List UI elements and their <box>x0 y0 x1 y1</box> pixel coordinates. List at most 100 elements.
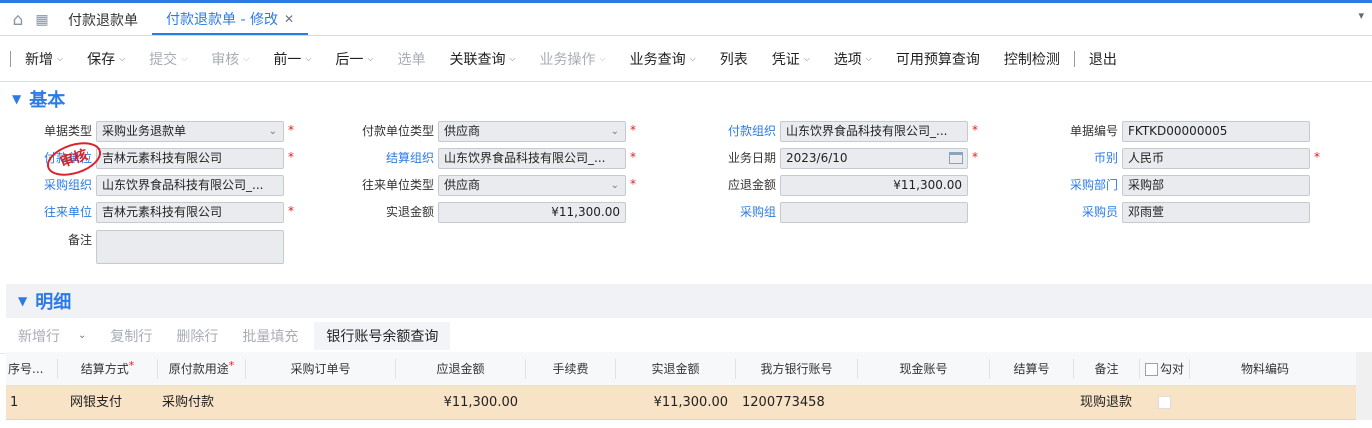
col-po-no[interactable]: 采购订单号 <box>246 358 396 379</box>
home-icon[interactable]: ⌂ <box>6 5 30 35</box>
new-button[interactable]: 新增 ⌵ <box>13 47 75 71</box>
pay-unit-type-select[interactable]: 供应商 ⌄ <box>438 121 626 142</box>
cell-material[interactable] <box>1190 393 1340 413</box>
vertical-scrollbar[interactable] <box>1356 352 1372 420</box>
chevron-down-icon[interactable]: ▾ <box>1358 9 1364 22</box>
purchase-group-label[interactable]: 采购组 <box>688 202 776 222</box>
save-button[interactable]: 保存 ⌵ <box>75 47 137 71</box>
options-button[interactable]: 选项 ⌵ <box>822 47 884 71</box>
col-check[interactable]: 勾对 <box>1140 358 1190 379</box>
col-bank-acct[interactable]: 我方银行账号 <box>736 358 858 379</box>
budget-query-button[interactable]: 可用预算查询 <box>884 47 992 71</box>
section-detail-header[interactable]: ▼ 明细 <box>6 284 1372 318</box>
cell-settle-no[interactable] <box>990 393 1074 413</box>
submit-label: 提交 <box>149 51 178 68</box>
purchase-org-label[interactable]: 采购组织 <box>4 175 92 195</box>
submit-button[interactable]: 提交 ⌵ <box>137 47 199 71</box>
col-remark[interactable]: 备注 <box>1074 358 1140 379</box>
list-button[interactable]: 列表 <box>708 47 760 71</box>
purchase-org-field[interactable]: 山东饮界食品科技有限公司_... <box>96 175 284 196</box>
cell-check[interactable] <box>1140 393 1190 413</box>
contact-unit-field[interactable]: 吉林元素科技有限公司 <box>96 202 284 223</box>
col-seq[interactable]: 序号... <box>6 358 58 379</box>
select-all-checkbox[interactable] <box>1144 362 1158 376</box>
business-op-button[interactable]: 业务操作 ⌵ <box>528 47 618 71</box>
col-settle-method-label: 结算方式 <box>80 361 129 376</box>
contact-unit-type-select[interactable]: 供应商 ⌄ <box>438 175 626 196</box>
grid-header: 序号... 结算方式* 原付款用途* 采购订单号 应退金额 手续费 实退金额 我… <box>6 352 1372 386</box>
chevron-down-icon: ⌵ <box>181 53 188 63</box>
related-query-button[interactable]: 关联查询 ⌵ <box>437 47 527 71</box>
due-refund-field[interactable]: ¥11,300.00 <box>780 175 968 196</box>
cell-purpose[interactable]: 采购付款 <box>158 393 246 413</box>
cell-po-no[interactable] <box>246 393 396 413</box>
pay-org-label[interactable]: 付款组织 <box>688 121 776 141</box>
chevron-down-icon: ⌵ <box>865 53 872 63</box>
close-icon[interactable]: ✕ <box>284 12 294 26</box>
currency-field[interactable]: 人民币 <box>1122 148 1310 169</box>
chevron-down-icon: ⌵ <box>689 53 696 63</box>
tab-payment-refund-edit[interactable]: 付款退款单 - 修改 ✕ <box>152 5 309 35</box>
settle-org-label[interactable]: 结算组织 <box>346 148 434 168</box>
col-cash-acct[interactable]: 现金账号 <box>858 358 990 379</box>
copy-row-button[interactable]: 复制行 <box>98 322 164 350</box>
cell-settle-method[interactable]: 网银支付 <box>58 393 158 413</box>
bank-balance-query-button[interactable]: 银行账号余额查询 <box>314 321 451 350</box>
biz-date-field[interactable]: 2023/6/10 <box>780 148 968 169</box>
payee-field[interactable]: 吉林元素科技有限公司 <box>96 148 284 169</box>
col-settle-no[interactable]: 结算号 <box>990 358 1074 379</box>
settle-org-field[interactable]: 山东饮界食品科技有限公司_... <box>438 148 626 169</box>
apps-grid-icon[interactable]: ▦ <box>30 5 54 35</box>
audit-label: 审核 <box>211 51 240 68</box>
add-row-button[interactable]: 新增行 ⌄ <box>6 322 98 350</box>
collapse-triangle-icon[interactable]: ▼ <box>18 294 27 308</box>
row-checkbox[interactable] <box>1157 395 1171 409</box>
purchase-dept-field[interactable]: 采购部 <box>1122 175 1310 196</box>
bill-type-select[interactable]: 采购业务退款单 ⌄ <box>96 121 284 142</box>
pay-org-field[interactable]: 山东饮界食品科技有限公司_... <box>780 121 968 142</box>
prev-button[interactable]: 前一 ⌵ <box>261 47 323 71</box>
cell-due[interactable]: ¥11,300.00 <box>396 393 526 413</box>
required-mark: * <box>972 150 978 164</box>
cell-actual[interactable]: ¥11,300.00 <box>616 393 736 413</box>
section-basic-header[interactable]: ▼ 基本 <box>0 82 1372 116</box>
purchase-group-field[interactable] <box>780 202 968 223</box>
table-row[interactable]: 1 网银支付 采购付款 ¥11,300.00 ¥11,300.00 120077… <box>6 386 1372 420</box>
remark-label: 备注 <box>67 233 92 247</box>
chevron-down-icon[interactable]: ⌄ <box>78 330 86 341</box>
business-query-button[interactable]: 业务查询 ⌵ <box>618 47 708 71</box>
cell-remark[interactable]: 现购退款 <box>1074 393 1140 413</box>
select-doc-label: 选单 <box>397 51 426 68</box>
audit-button[interactable]: 审核 ⌵ <box>199 47 261 71</box>
control-check-button[interactable]: 控制检测 <box>992 47 1072 71</box>
col-settle-method[interactable]: 结算方式* <box>58 358 158 379</box>
cell-bank-acct[interactable]: 1200773458 <box>736 393 858 413</box>
exit-button[interactable]: 退出 <box>1077 47 1129 71</box>
collapse-triangle-icon[interactable]: ▼ <box>12 92 21 106</box>
cell-cash-acct[interactable] <box>858 393 990 413</box>
select-doc-button[interactable]: 选单 <box>385 47 437 71</box>
cell-fee[interactable] <box>526 393 616 413</box>
batch-fill-button[interactable]: 批量填充 <box>230 322 310 350</box>
bill-no-field[interactable]: FKTKD00000005 <box>1122 121 1310 142</box>
tab-payment-refund[interactable]: 付款退款单 <box>54 5 152 35</box>
currency-label[interactable]: 币别 <box>1030 148 1118 168</box>
next-button[interactable]: 后一 ⌵ <box>323 47 385 71</box>
col-purpose[interactable]: 原付款用途* <box>158 358 246 379</box>
remark-textarea[interactable] <box>96 230 284 264</box>
purchaser-field[interactable]: 邓雨萱 <box>1122 202 1310 223</box>
voucher-button[interactable]: 凭证 ⌵ <box>760 47 822 71</box>
purchaser-label[interactable]: 采购员 <box>1030 202 1118 222</box>
actual-refund-field[interactable]: ¥11,300.00 <box>438 202 626 223</box>
delete-row-button[interactable]: 删除行 <box>164 322 230 350</box>
col-due[interactable]: 应退金额 <box>396 358 526 379</box>
pay-unit-type-value: 供应商 <box>444 124 481 138</box>
chevron-down-icon: ⌵ <box>599 53 606 63</box>
required-mark: * <box>288 123 294 137</box>
calendar-icon[interactable] <box>949 152 963 164</box>
purchase-dept-label[interactable]: 采购部门 <box>1030 175 1118 195</box>
contact-unit-label[interactable]: 往来单位 <box>4 202 92 222</box>
col-material[interactable]: 物料编码 <box>1190 359 1340 379</box>
col-actual[interactable]: 实退金额 <box>616 358 736 379</box>
col-fee[interactable]: 手续费 <box>526 358 616 379</box>
